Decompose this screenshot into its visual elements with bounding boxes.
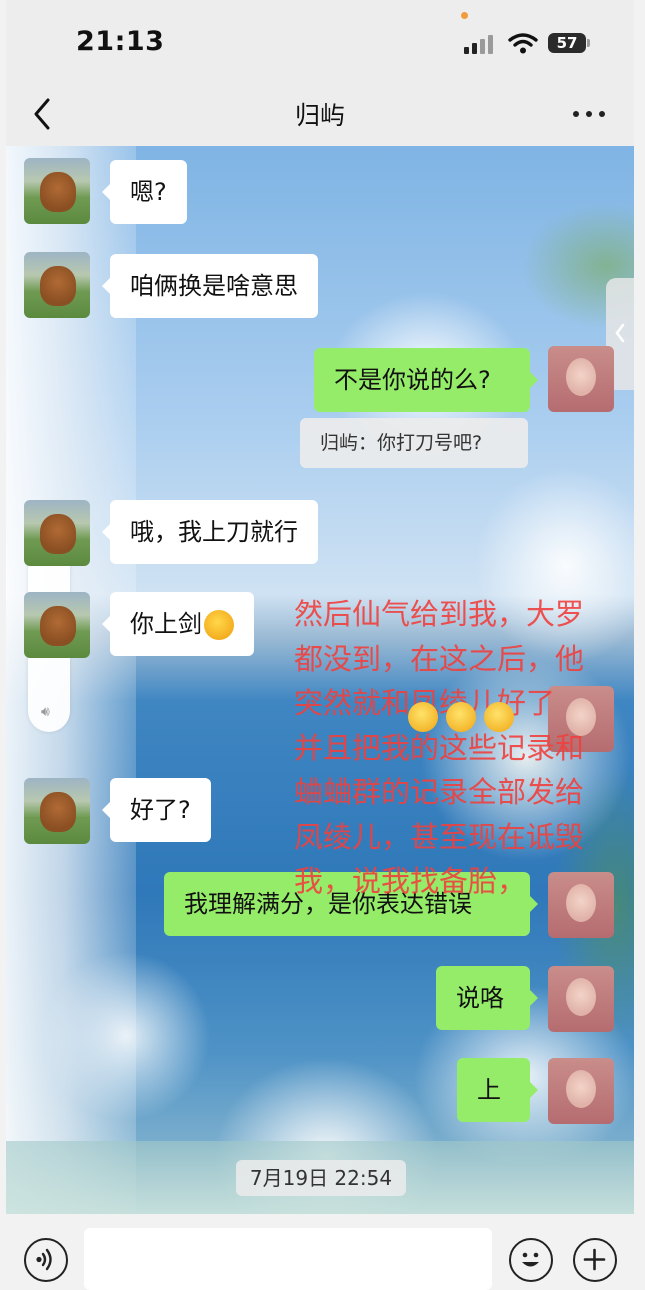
overlay-line: 并且把我的这些记录和 [294, 730, 585, 765]
privacy-dot-icon [461, 12, 468, 19]
message-text: 嗯? [130, 178, 167, 206]
smiley-glyph [522, 1252, 539, 1267]
message-bubble-in[interactable]: 你上剑 [102, 592, 254, 656]
avatar[interactable] [24, 500, 90, 566]
thinking-emoji-icon [204, 610, 234, 640]
avatar[interactable] [548, 966, 614, 1032]
plus-glyph [583, 1248, 606, 1271]
plus-icon[interactable] [573, 1238, 617, 1282]
overlay-line: 然后仙气给到我，大罗 [294, 597, 585, 631]
red-text-overlay: 然后仙气给到我，大罗 都没到，在这之后，他 突然就和凤绫儿好了 并且把我的这些记… [294, 592, 624, 904]
overlay-line: 我，说我找备胎， [294, 864, 527, 898]
status-time: 21:13 [76, 26, 165, 57]
message-text: 好了? [130, 796, 191, 824]
avatar[interactable] [24, 252, 90, 318]
voice-waves-glyph [36, 1248, 52, 1271]
status-bar: 21:13 57 [6, 0, 634, 88]
wifi-icon [508, 33, 538, 54]
chat-area[interactable]: 嗯? 咱俩换是啥意思 不是你说的么? 归屿：你打刀号吧? 🔊︎ 哦，我上刀就行 … [6, 146, 634, 1214]
message-input[interactable] [84, 1228, 492, 1290]
app-frame: 21:13 57 归屿 嗯? 咱俩换是啥意思 不是你说的么? 归屿：你打刀号吧?… [6, 0, 634, 1290]
chevron-left-small-icon [615, 323, 625, 343]
message-text: 哦，我上刀就行 [130, 518, 298, 546]
cellular-signal-icon [464, 34, 496, 54]
message-bubble-in[interactable]: 哦，我上刀就行 [102, 500, 318, 564]
message-text: 咱俩换是啥意思 [130, 272, 298, 300]
message-text: 说咯 [456, 984, 504, 1012]
input-bar [6, 1214, 634, 1290]
quoted-message[interactable]: 归屿：你打刀号吧? [300, 418, 528, 468]
battery-cap [587, 39, 590, 47]
overlay-emoji-row [408, 702, 518, 732]
chat-title: 归屿 [294, 101, 345, 130]
message-text: 上 [477, 1076, 501, 1104]
message-bubble-out[interactable]: 上 [457, 1058, 538, 1122]
overlay-line: 凤绫儿，甚至现在诋毁 [294, 819, 585, 854]
message-timestamp: 7月19日 22:54 [236, 1160, 406, 1196]
avatar[interactable] [24, 158, 90, 224]
dizzy-face-icon [408, 702, 438, 732]
dizzy-face-icon [484, 702, 514, 732]
smiley-icon[interactable] [509, 1238, 553, 1282]
overlay-line: 都没到，在这之后，他 [294, 641, 585, 676]
more-dots-icon[interactable] [570, 98, 608, 128]
message-bubble-in[interactable]: 咱俩换是啥意思 [102, 254, 318, 318]
avatar[interactable] [548, 1058, 614, 1124]
message-text: 不是你说的么? [334, 366, 491, 394]
nav-bar: 归屿 [6, 88, 634, 146]
quoted-text: 归屿：你打刀号吧? [320, 432, 483, 454]
message-bubble-in[interactable]: 好了? [102, 778, 211, 842]
battery-icon: 57 [548, 33, 586, 53]
message-bubble-in[interactable]: 嗯? [102, 160, 187, 224]
avatar[interactable] [548, 346, 614, 412]
overlay-line: 蛐蛐群的记录全部发给 [294, 775, 585, 809]
message-text: 你上剑 [130, 610, 202, 638]
message-bubble-out[interactable]: 不是你说的么? [314, 348, 538, 412]
avatar[interactable] [24, 778, 90, 844]
message-bubble-out[interactable]: 说咯 [436, 966, 538, 1030]
voice-icon[interactable] [24, 1238, 68, 1282]
speaker-icon: 🔊︎ [41, 704, 50, 720]
avatar[interactable] [24, 592, 90, 658]
dizzy-face-icon [446, 702, 476, 732]
